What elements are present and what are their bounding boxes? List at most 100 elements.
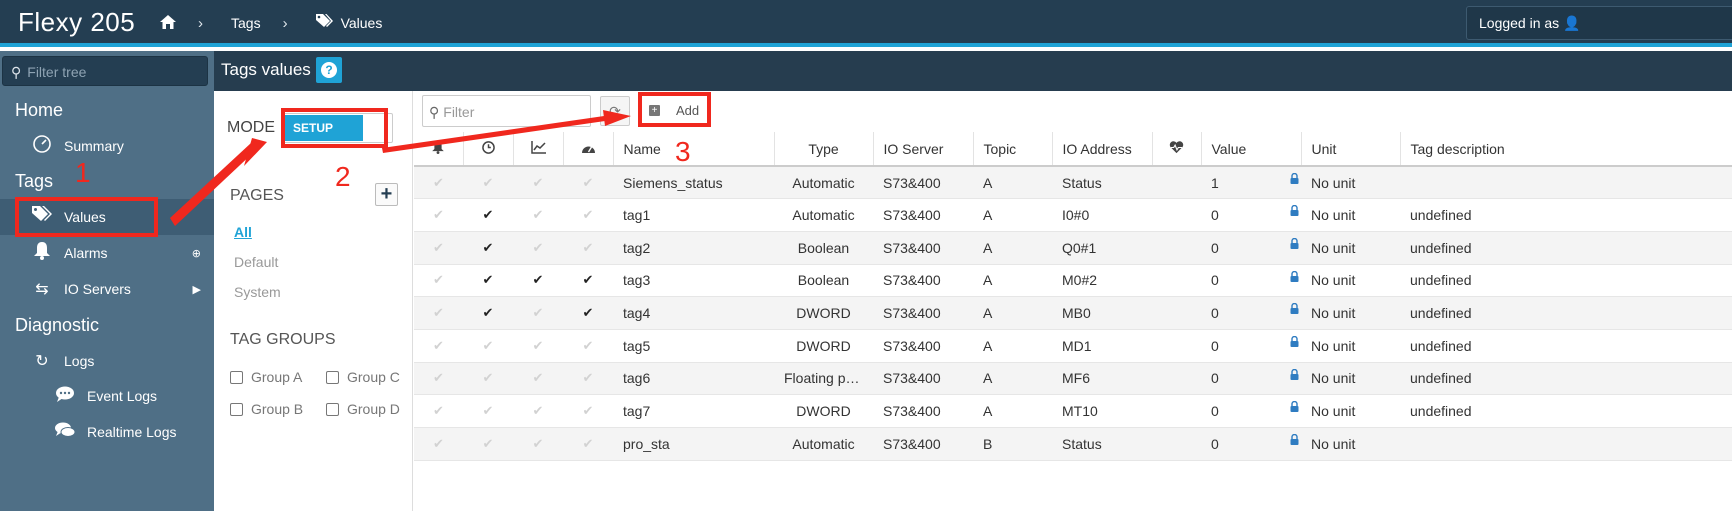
dashboard-check-icon[interactable]: ✔ <box>563 394 613 428</box>
historical-check-icon[interactable]: ✔ <box>463 231 513 265</box>
historical-check-icon[interactable]: ✔ <box>463 296 513 330</box>
table-row[interactable]: ✔ ✔ ✔ ✔ Siemens_status Automatic S73&400 A Statu… <box>414 166 1732 200</box>
tag-name-cell[interactable]: tag7 <box>613 394 774 428</box>
sidebar-item-summary[interactable]: Summary <box>0 128 214 164</box>
alarm-check-icon[interactable]: ✔ <box>414 264 463 298</box>
lock-icon[interactable] <box>1290 236 1299 252</box>
lock-icon[interactable] <box>1290 334 1299 350</box>
dashboard-check-icon[interactable]: ✔ <box>563 362 613 396</box>
dashboard-check-icon[interactable]: ✔ <box>563 329 613 363</box>
sidebar-section-diagnostic[interactable]: Diagnostic <box>15 315 99 336</box>
caret-right-icon[interactable]: ▶ <box>193 283 201 296</box>
dashboard-check-icon[interactable]: ✔ <box>563 198 613 232</box>
group-c-checkbox[interactable]: Group C <box>326 369 400 385</box>
io-address-column-header[interactable]: IO Address <box>1052 132 1153 167</box>
lock-icon[interactable] <box>1290 269 1299 285</box>
home-icon[interactable] <box>160 14 176 32</box>
alarm-column-header[interactable] <box>414 132 464 167</box>
chart-check-icon[interactable]: ✔ <box>513 264 563 298</box>
dashboard-column-header[interactable] <box>563 132 614 167</box>
tag-name-cell[interactable]: pro_sta <box>613 427 774 461</box>
lock-icon[interactable] <box>1290 432 1299 448</box>
value-cell[interactable]: 0 <box>1201 427 1301 461</box>
value-cell[interactable]: 0 <box>1201 198 1301 232</box>
unit-column-header[interactable]: Unit <box>1301 132 1401 167</box>
plus-circle-icon[interactable]: ⊕ <box>192 247 201 260</box>
table-row[interactable]: ✔ ✔ ✔ ✔ tag4 DWORD S73&400 A MB0 0 No unit undefine… <box>414 296 1732 330</box>
name-column-header[interactable]: Name <box>613 132 775 167</box>
table-row[interactable]: ✔ ✔ ✔ ✔ tag5 DWORD S73&400 A MD1 0 No unit undefine… <box>414 329 1732 363</box>
checkbox[interactable] <box>326 402 339 416</box>
tag-name-cell[interactable]: tag6 <box>613 362 774 396</box>
chart-check-icon[interactable]: ✔ <box>513 231 563 265</box>
chart-check-icon[interactable]: ✔ <box>513 362 563 396</box>
table-row[interactable]: ✔ ✔ ✔ ✔ tag2 Boolean S73&400 A Q0#1 0 No unit undef… <box>414 231 1732 265</box>
chart-check-icon[interactable]: ✔ <box>513 296 563 330</box>
value-cell[interactable]: 0 <box>1201 362 1301 396</box>
sidebar-section-home[interactable]: Home <box>15 100 63 121</box>
alarm-check-icon[interactable]: ✔ <box>414 394 463 428</box>
value-cell[interactable]: 0 <box>1201 329 1301 363</box>
value-cell[interactable]: 0 <box>1201 264 1301 298</box>
page-link-all[interactable]: All <box>234 224 252 240</box>
alarm-check-icon[interactable]: ✔ <box>414 296 463 330</box>
tag-name-cell[interactable]: tag3 <box>613 264 774 298</box>
chart-check-icon[interactable]: ✔ <box>513 166 563 200</box>
sidebar-item-logs[interactable]: ↻ Logs <box>0 343 214 379</box>
checkbox[interactable] <box>230 370 243 384</box>
chart-check-icon[interactable]: ✔ <box>513 329 563 363</box>
checkbox[interactable] <box>326 370 339 384</box>
breadcrumb-tags[interactable]: Tags <box>231 15 261 31</box>
chart-check-icon[interactable]: ✔ <box>513 394 563 428</box>
historical-check-icon[interactable]: ✔ <box>463 329 513 363</box>
dashboard-check-icon[interactable]: ✔ <box>563 264 613 298</box>
chart-check-icon[interactable]: ✔ <box>513 198 563 232</box>
filter-tree-input[interactable]: ⚲ Filter tree <box>2 56 208 86</box>
chart-check-icon[interactable]: ✔ <box>513 427 563 461</box>
tag-name-cell[interactable]: tag4 <box>613 296 774 330</box>
lock-icon[interactable] <box>1290 171 1299 187</box>
sidebar-section-tags[interactable]: Tags <box>15 171 53 192</box>
table-row[interactable]: ✔ ✔ ✔ ✔ tag1 Automatic S73&400 A I0#0 0 No unit und… <box>414 198 1732 232</box>
table-row[interactable]: ✔ ✔ ✔ ✔ pro_sta Automatic S73&400 B Status 0 No un… <box>414 427 1732 461</box>
io-server-column-header[interactable]: IO Server <box>873 132 974 167</box>
table-row[interactable]: ✔ ✔ ✔ ✔ tag3 Boolean S73&400 A M0#2 0 No unit undef… <box>414 264 1732 298</box>
login-status[interactable]: Logged in as 👤 <box>1466 6 1732 40</box>
page-link-default[interactable]: Default <box>234 254 278 270</box>
lock-icon[interactable] <box>1290 301 1299 317</box>
historical-check-icon[interactable]: ✔ <box>463 427 513 461</box>
tag-name-cell[interactable]: Siemens_status <box>613 166 774 200</box>
tag-name-cell[interactable]: tag2 <box>613 231 774 265</box>
table-row[interactable]: ✔ ✔ ✔ ✔ tag6 Floating po... S73&400 A MF6 0 No uni… <box>414 362 1732 396</box>
topic-column-header[interactable]: Topic <box>973 132 1053 167</box>
type-column-header[interactable]: Type <box>774 132 874 167</box>
historical-column-header[interactable] <box>463 132 514 167</box>
value-column-header[interactable]: Value <box>1201 132 1302 167</box>
historical-check-icon[interactable]: ✔ <box>463 166 513 200</box>
alarm-check-icon[interactable]: ✔ <box>414 231 463 265</box>
dashboard-check-icon[interactable]: ✔ <box>563 166 613 200</box>
value-cell[interactable]: 0 <box>1201 231 1301 265</box>
alarm-check-icon[interactable]: ✔ <box>414 362 463 396</box>
tag-description-column-header[interactable]: Tag description <box>1400 132 1732 167</box>
filter-input[interactable]: ⚲ Filter <box>422 95 591 127</box>
refresh-button[interactable]: ⟳ <box>600 96 630 126</box>
alarm-check-icon[interactable]: ✔ <box>414 166 463 200</box>
value-cell[interactable]: 0 <box>1201 394 1301 428</box>
group-d-checkbox[interactable]: Group D <box>326 401 400 417</box>
alarm-check-icon[interactable]: ✔ <box>414 329 463 363</box>
lock-icon[interactable] <box>1290 367 1299 383</box>
table-row[interactable]: ✔ ✔ ✔ ✔ tag7 DWORD S73&400 A MT10 0 No unit undefin… <box>414 394 1732 428</box>
dashboard-check-icon[interactable]: ✔ <box>563 296 613 330</box>
sidebar-item-realtime-logs[interactable]: Realtime Logs <box>0 414 214 450</box>
add-page-button[interactable]: + <box>375 183 398 206</box>
value-cell[interactable]: 1 <box>1201 166 1301 200</box>
brand-logo[interactable]: Flexy 205 <box>18 7 135 38</box>
group-a-checkbox[interactable]: Group A <box>230 369 302 385</box>
historical-check-icon[interactable]: ✔ <box>463 264 513 298</box>
chart-column-header[interactable] <box>513 132 564 167</box>
sidebar-item-event-logs[interactable]: Event Logs <box>0 378 214 414</box>
dashboard-check-icon[interactable]: ✔ <box>563 231 613 265</box>
page-link-system[interactable]: System <box>234 284 281 300</box>
historical-check-icon[interactable]: ✔ <box>463 198 513 232</box>
